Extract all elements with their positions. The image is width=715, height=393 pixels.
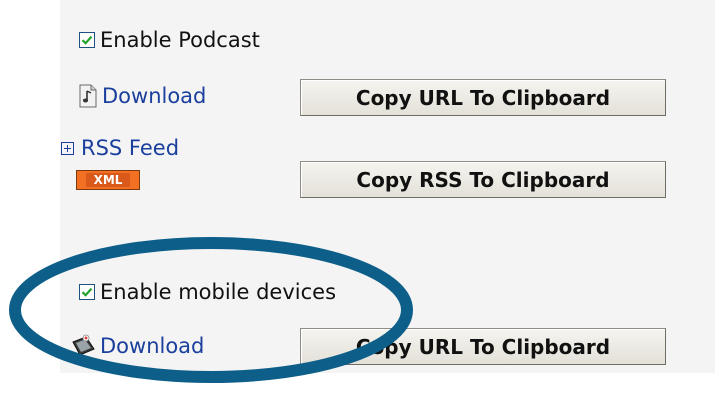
checkmark-icon — [81, 287, 93, 297]
enable-mobile-label: Enable mobile devices — [100, 280, 337, 304]
podcast-download-row[interactable]: Download — [76, 84, 206, 108]
enable-podcast-label: Enable Podcast — [100, 28, 260, 52]
xml-badge-text: XML — [85, 173, 131, 187]
enable-podcast-row: Enable Podcast — [79, 28, 260, 52]
enable-mobile-row: Enable mobile devices — [79, 280, 336, 304]
copy-url-button[interactable]: Copy URL To Clipboard — [300, 79, 666, 116]
mobile-download-link[interactable]: Download — [100, 334, 204, 358]
enable-podcast-checkbox[interactable] — [79, 32, 95, 48]
mobile-download-row[interactable]: Download — [70, 334, 204, 358]
rss-feed-row[interactable]: RSS Feed — [61, 136, 179, 160]
mobile-device-icon — [70, 334, 98, 358]
rss-feed-link[interactable]: RSS Feed — [81, 136, 179, 160]
copy-rss-button[interactable]: Copy RSS To Clipboard — [300, 161, 666, 198]
podcast-download-link[interactable]: Download — [102, 84, 206, 108]
copy-mobile-url-button[interactable]: Copy URL To Clipboard — [300, 328, 666, 365]
xml-badge[interactable]: XML — [76, 170, 140, 190]
checkmark-icon — [81, 35, 93, 45]
audio-file-icon — [76, 84, 100, 108]
enable-mobile-checkbox[interactable] — [79, 284, 95, 300]
plus-expand-icon[interactable] — [61, 141, 74, 155]
